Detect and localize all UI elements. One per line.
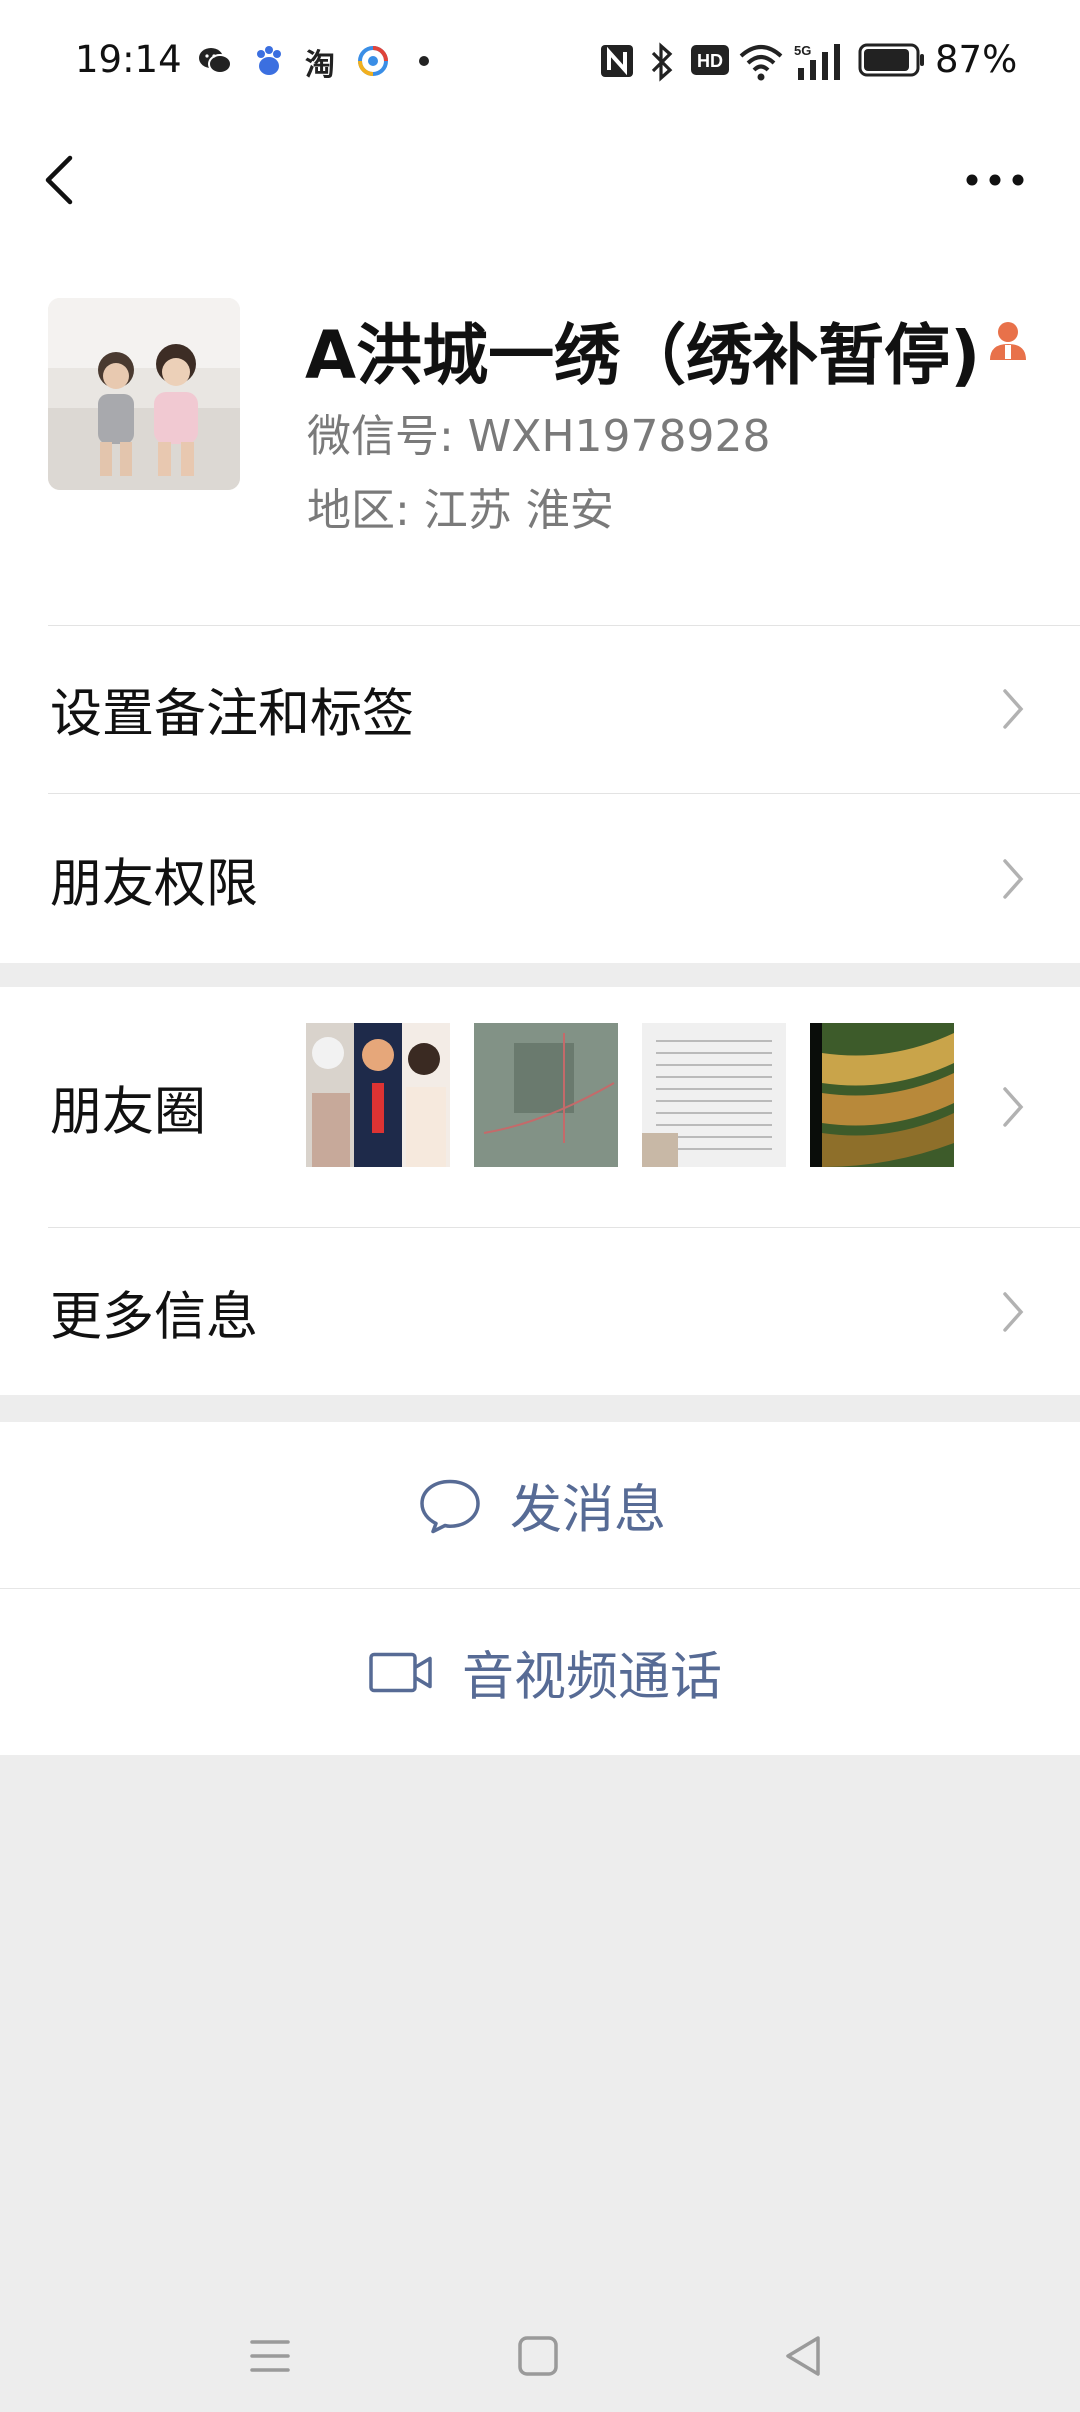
nfc-icon [601, 45, 633, 77]
system-nav-bar [0, 2300, 1080, 2412]
more-info-row[interactable]: 更多信息 [0, 1229, 1080, 1395]
status-bar: 19:14 淘 HD 5G 87% [0, 0, 1080, 120]
back-triangle-icon[interactable] [774, 2326, 834, 2386]
baidu-icon [257, 46, 281, 75]
chevron-right-icon [1003, 689, 1024, 729]
chevron-right-icon [1003, 1087, 1024, 1127]
divider [48, 1227, 1080, 1228]
back-icon[interactable] [38, 150, 88, 210]
dot-icon [419, 56, 429, 66]
battery-icon [858, 43, 924, 77]
battery-percent: 87% [935, 38, 1018, 81]
remark-tags-label: 设置备注和标签 [50, 684, 415, 745]
browser-icon [358, 46, 388, 76]
more-icon[interactable] [960, 160, 1030, 200]
region: 地区: 江苏 淮安 [307, 485, 614, 536]
status-time: 19:14 [75, 38, 182, 81]
divider [48, 793, 1080, 794]
more-info-label: 更多信息 [50, 1287, 259, 1348]
hd-icon: HD [691, 45, 729, 75]
chevron-right-icon [1003, 1292, 1024, 1332]
moments-row[interactable]: 朋友圈 [0, 987, 1080, 1227]
chevron-right-icon [1003, 859, 1024, 899]
moments-thumbnail [810, 1023, 954, 1167]
svg-text:HD: HD [697, 51, 723, 71]
person-badge-icon [990, 322, 1026, 360]
wifi-icon [739, 45, 783, 81]
home-icon[interactable] [508, 2326, 568, 2386]
video-call-button[interactable]: 音视频通话 [0, 1589, 1080, 1755]
moments-thumbnail [306, 1023, 450, 1167]
chat-bubble-icon [420, 1479, 480, 1533]
friend-permissions-row[interactable]: 朋友权限 [0, 795, 1080, 963]
nav-bar [0, 120, 1080, 240]
moments-thumbnail [642, 1023, 786, 1167]
send-message-label: 发消息 [510, 1480, 667, 1541]
svg-text:5G: 5G [794, 43, 811, 58]
moments-section: 朋友圈 更多信息 [0, 987, 1080, 1395]
settings-section: 设置备注和标签 朋友权限 [0, 625, 1080, 963]
moments-thumbnail [474, 1023, 618, 1167]
taobao-icon: 淘 [305, 48, 335, 83]
remark-tags-row[interactable]: 设置备注和标签 [0, 625, 1080, 793]
contact-name: A洪城一绣（绣补暂停) [305, 317, 981, 394]
video-camera-icon [369, 1652, 432, 1692]
moments-label: 朋友圈 [50, 1082, 207, 1143]
bluetooth-icon [651, 42, 673, 82]
signal-5g-icon: 5G [794, 43, 840, 80]
wechat-id: 微信号: WXH1978928 [307, 411, 771, 462]
send-message-button[interactable]: 发消息 [0, 1422, 1080, 1588]
video-call-label: 音视频通话 [462, 1647, 723, 1708]
avatar[interactable] [48, 298, 240, 490]
menu-icon[interactable] [240, 2326, 300, 2386]
friend-permissions-label: 朋友权限 [50, 854, 259, 915]
wechat-icon [199, 48, 232, 74]
profile-header: A洪城一绣（绣补暂停) 微信号: WXH1978928 地区: 江苏 淮安 [0, 240, 1080, 625]
